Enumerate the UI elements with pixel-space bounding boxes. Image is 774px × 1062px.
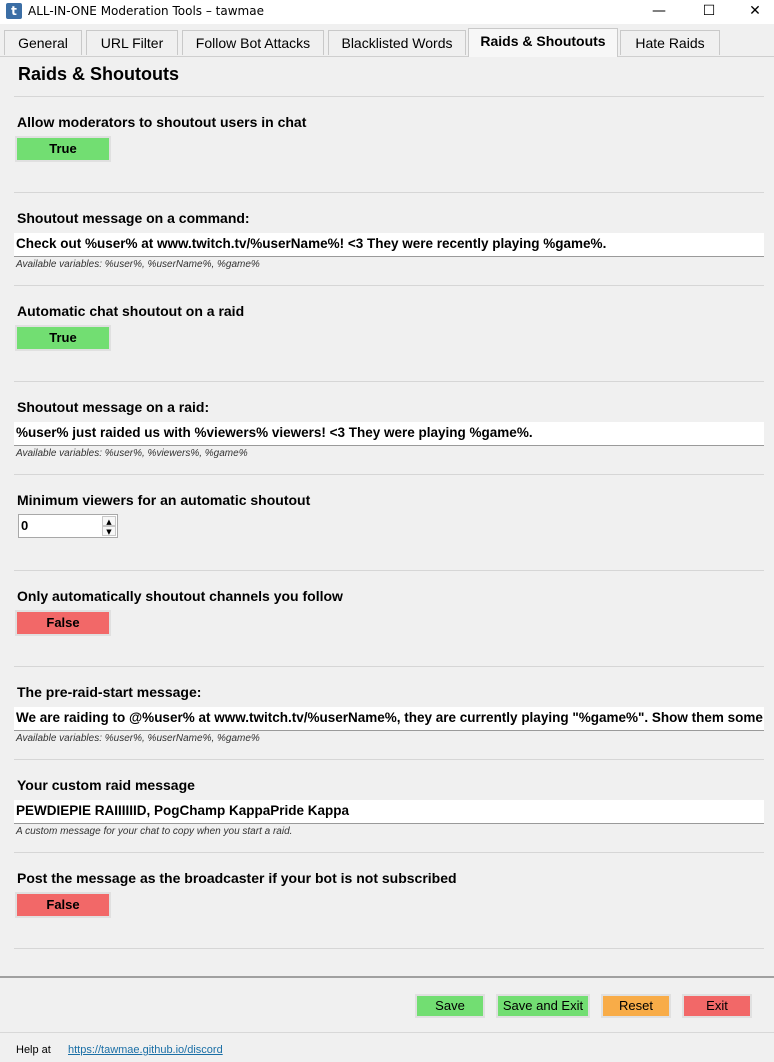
only-followed-toggle[interactable]: False <box>15 610 111 636</box>
tab-raids-shoutouts[interactable]: Raids & Shoutouts <box>468 28 618 57</box>
help-label: Help at <box>16 1044 51 1056</box>
shoutout-raid-input[interactable]: %user% just raided us with %viewers% vie… <box>14 422 764 446</box>
increment-icon[interactable]: ▲ <box>102 516 116 526</box>
min-viewers-stepper[interactable]: 0 ▲ ▼ <box>18 514 118 538</box>
pre-raid-hint: Available variables: %user%, %userName%,… <box>16 733 260 744</box>
divider <box>14 759 764 760</box>
footer-separator <box>0 1032 774 1033</box>
pre-raid-label: The pre-raid-start message: <box>17 684 202 700</box>
only-followed-label: Only automatically shoutout channels you… <box>17 588 343 604</box>
divider <box>14 96 764 97</box>
tab-bar: General URL Filter Follow Bot Attacks Bl… <box>0 28 774 57</box>
shoutout-raid-hint: Available variables: %user%, %viewers%, … <box>16 448 248 459</box>
min-viewers-value[interactable]: 0 <box>21 518 28 533</box>
maximize-icon[interactable]: ☐ <box>686 0 732 24</box>
divider <box>14 192 764 193</box>
footer-separator <box>0 976 774 978</box>
tab-url-filter[interactable]: URL Filter <box>86 30 178 55</box>
pre-raid-input[interactable]: We are raiding to @%user% at www.twitch.… <box>14 707 764 731</box>
divider <box>14 948 764 949</box>
allow-mod-shoutout-label: Allow moderators to shoutout users in ch… <box>17 114 307 130</box>
shoutout-command-label: Shoutout message on a command: <box>17 210 250 226</box>
custom-raid-hint: A custom message for your chat to copy w… <box>16 826 293 837</box>
divider <box>14 285 764 286</box>
tab-blacklisted-words[interactable]: Blacklisted Words <box>328 30 466 55</box>
tab-follow-bot-attacks[interactable]: Follow Bot Attacks <box>182 30 324 55</box>
shoutout-raid-label: Shoutout message on a raid: <box>17 399 210 415</box>
close-icon[interactable]: ✕ <box>732 0 774 24</box>
page-title: Raids & Shoutouts <box>18 64 179 84</box>
divider <box>14 852 764 853</box>
tab-general[interactable]: General <box>4 30 82 55</box>
shoutout-command-hint: Available variables: %user%, %userName%,… <box>16 259 260 270</box>
auto-shoutout-raid-label: Automatic chat shoutout on a raid <box>17 303 245 319</box>
help-link[interactable]: https://tawmae.github.io/discord <box>68 1044 223 1056</box>
post-as-broadcaster-toggle[interactable]: False <box>15 892 111 918</box>
post-as-broadcaster-label: Post the message as the broadcaster if y… <box>17 870 457 886</box>
decrement-icon[interactable]: ▼ <box>102 526 116 536</box>
custom-raid-input[interactable]: PEWDIEPIE RAIIIIIID, PogChamp KappaPride… <box>14 800 764 824</box>
divider <box>14 570 764 571</box>
shoutout-command-input[interactable]: Check out %user% at www.twitch.tv/%userN… <box>14 233 764 257</box>
reset-button[interactable]: Reset <box>601 994 671 1018</box>
save-and-exit-button[interactable]: Save and Exit <box>496 994 590 1018</box>
exit-button[interactable]: Exit <box>682 994 752 1018</box>
divider <box>14 474 764 475</box>
divider <box>14 666 764 667</box>
min-viewers-label: Minimum viewers for an automatic shoutou… <box>17 492 311 508</box>
divider <box>14 381 764 382</box>
tab-hate-raids[interactable]: Hate Raids <box>620 30 720 55</box>
save-button[interactable]: Save <box>415 994 485 1018</box>
window-title: ALL-IN-ONE Moderation Tools – tawmae <box>28 4 264 18</box>
title-bar: t ALL-IN-ONE Moderation Tools – tawmae —… <box>0 0 774 24</box>
allow-mod-shoutout-toggle[interactable]: True <box>15 136 111 162</box>
minimize-icon[interactable]: — <box>636 0 682 24</box>
auto-shoutout-raid-toggle[interactable]: True <box>15 325 111 351</box>
custom-raid-label: Your custom raid message <box>17 777 195 793</box>
app-logo-icon: t <box>6 3 22 19</box>
